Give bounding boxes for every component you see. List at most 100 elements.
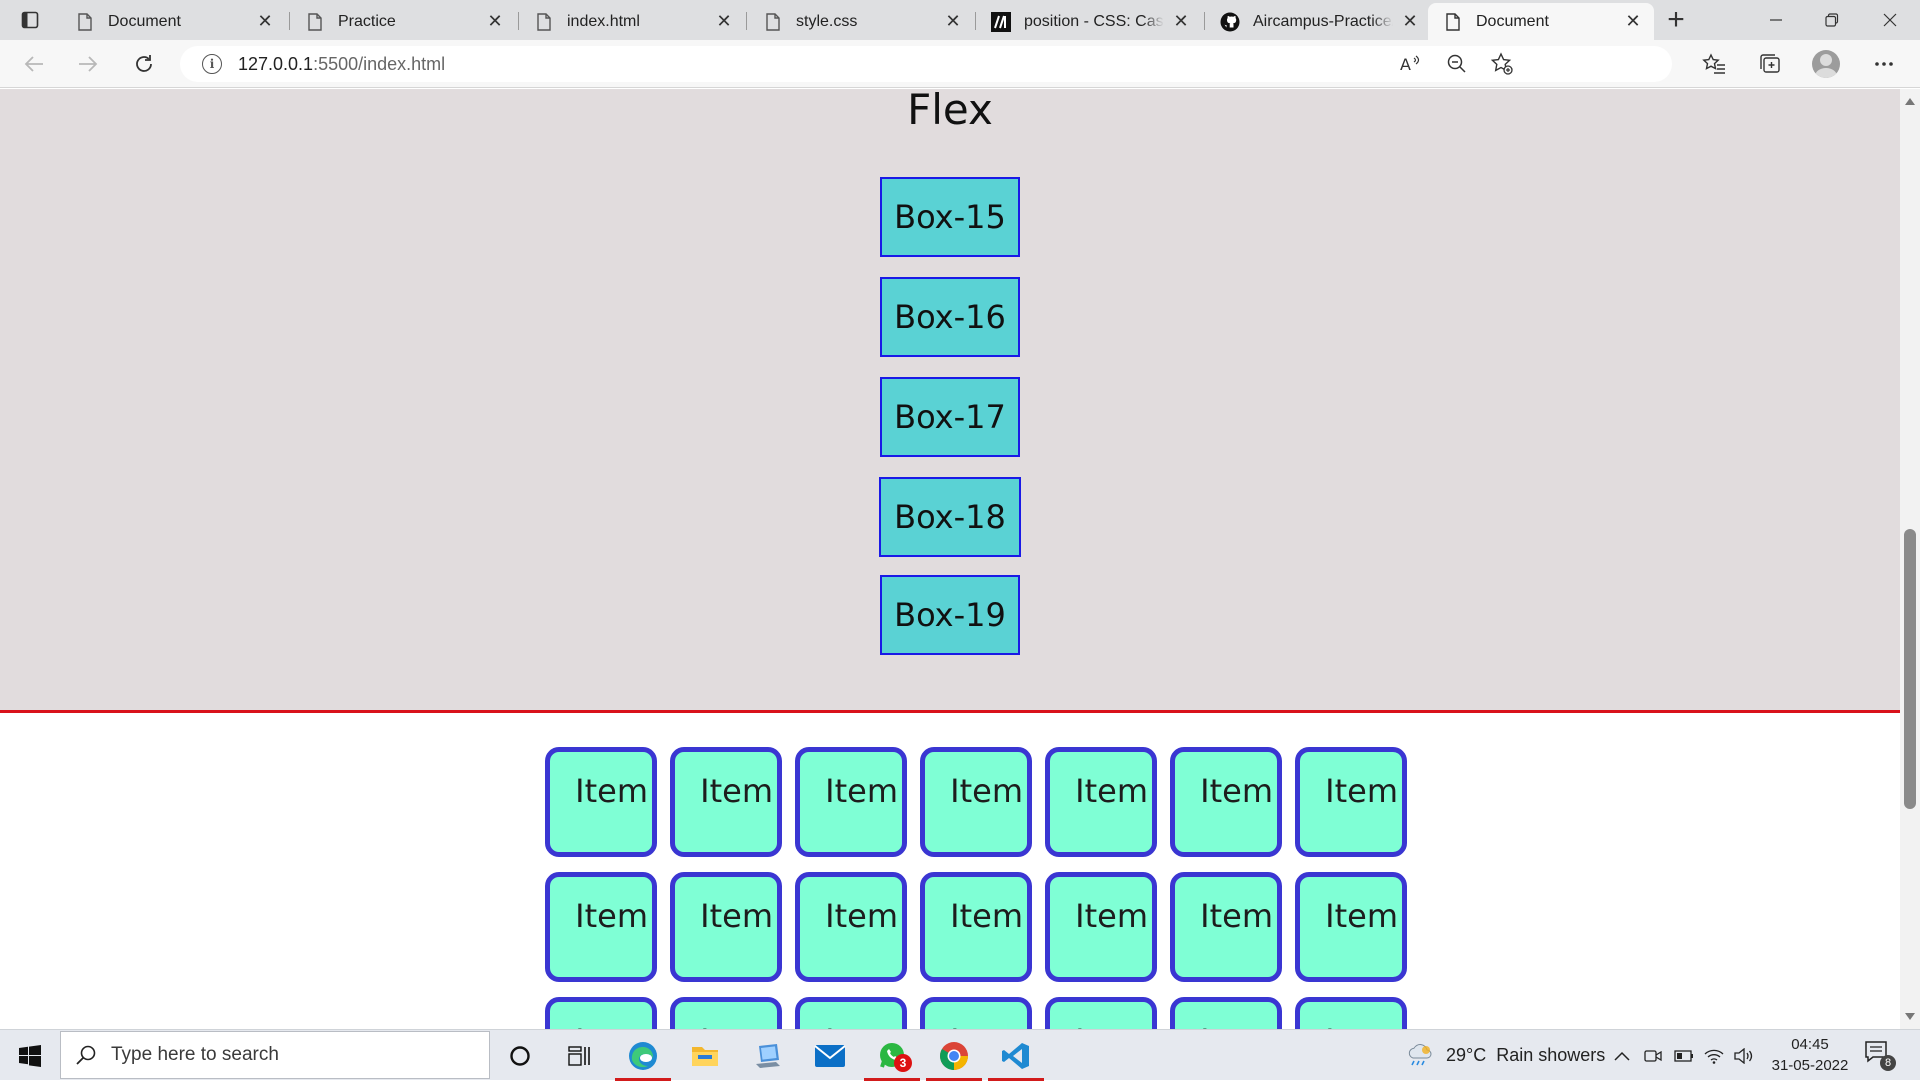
page-icon	[533, 11, 555, 33]
grid-item-label: Item	[950, 897, 1023, 935]
tab-mdn-position[interactable]: position - CSS: Cascading ✕	[976, 3, 1202, 40]
volume-button[interactable]	[1734, 1030, 1754, 1081]
grid-item-label: Item	[1075, 772, 1148, 810]
scroll-up-arrow-icon[interactable]	[1905, 98, 1915, 105]
tab-index-html[interactable]: index.html ✕	[519, 3, 745, 40]
show-hidden-icons-button[interactable]	[1614, 1030, 1630, 1081]
close-window-button[interactable]	[1862, 0, 1918, 40]
taskbar-clock[interactable]: 04:45 31-05-2022	[1760, 1034, 1860, 1076]
close-icon[interactable]: ✕	[1399, 11, 1421, 33]
close-icon[interactable]: ✕	[1622, 11, 1644, 33]
collections-button[interactable]	[1750, 46, 1790, 82]
tab-document-active[interactable]: Document ✕	[1428, 3, 1654, 40]
battery-button[interactable]	[1674, 1030, 1694, 1081]
clock-date: 31-05-2022	[1771, 1057, 1849, 1074]
my-computer-icon	[756, 1043, 780, 1068]
flex-heading: Flex	[907, 89, 993, 134]
profile-avatar[interactable]	[1812, 50, 1840, 78]
new-tab-button[interactable]: +	[1652, 3, 1700, 36]
address-bar[interactable]: i 127.0.0.1:5500/index.html A	[180, 46, 1672, 82]
mail-button[interactable]	[800, 1030, 860, 1081]
meet-now-button[interactable]	[1644, 1030, 1662, 1081]
task-view-button[interactable]	[550, 1030, 610, 1081]
page-scrollbar[interactable]	[1900, 89, 1920, 1029]
speaker-icon	[1734, 1047, 1753, 1064]
grid-item: Item	[920, 747, 1032, 857]
action-center-button[interactable]: 8	[1864, 1040, 1896, 1071]
grid-item: Item	[545, 872, 657, 982]
close-icon[interactable]: ✕	[713, 11, 735, 33]
chrome-button[interactable]	[924, 1030, 984, 1081]
url-host: 127.0.0.1	[238, 53, 314, 74]
close-icon[interactable]: ✕	[484, 11, 506, 33]
grid-item: Item	[1045, 747, 1157, 857]
scrollbar-thumb[interactable]	[1904, 529, 1916, 809]
grid-item: Item	[670, 997, 782, 1029]
grid-item: Item	[1295, 872, 1407, 982]
grid-item: Item	[795, 872, 907, 982]
settings-menu-button[interactable]	[1864, 46, 1904, 82]
forward-button[interactable]	[68, 46, 108, 82]
tab-document-1[interactable]: Document ✕	[60, 3, 286, 40]
browser-toolbar: i 127.0.0.1:5500/index.html A	[0, 40, 1920, 88]
windows-taskbar: Type here to search 3 29°C Rain showers	[0, 1029, 1920, 1081]
close-icon[interactable]: ✕	[1170, 11, 1192, 33]
file-explorer-button[interactable]	[675, 1030, 735, 1081]
scroll-down-arrow-icon[interactable]	[1905, 1013, 1915, 1020]
favorites-button[interactable]	[1694, 46, 1734, 82]
tab-practice[interactable]: Practice ✕	[290, 3, 516, 40]
grid-item-label: Item	[1325, 1022, 1398, 1029]
grid-item-label: Item	[1325, 897, 1398, 935]
whatsapp-button[interactable]: 3	[862, 1030, 922, 1081]
grid-item: Item	[670, 747, 782, 857]
cortana-button[interactable]	[490, 1030, 550, 1081]
refresh-button[interactable]	[124, 46, 164, 82]
add-favorite-icon[interactable]	[1490, 52, 1514, 81]
taskbar-search-box[interactable]: Type here to search	[60, 1031, 490, 1079]
grid-item: Item	[1170, 997, 1282, 1029]
close-icon[interactable]: ✕	[942, 11, 964, 33]
minimize-button[interactable]	[1748, 0, 1804, 40]
read-aloud-icon[interactable]: A	[1400, 54, 1422, 79]
network-button[interactable]	[1704, 1030, 1724, 1081]
grid-item-label: Item	[575, 897, 648, 935]
grid-item-label: Item	[700, 772, 773, 810]
start-button[interactable]	[0, 1030, 60, 1081]
notification-count: 8	[1880, 1055, 1896, 1071]
collections-icon	[1760, 54, 1780, 73]
tab-github[interactable]: Aircampus-Practice/style ✕	[1205, 3, 1431, 40]
this-pc-button[interactable]	[738, 1030, 798, 1081]
grid-item: Item	[545, 747, 657, 857]
mail-icon	[814, 1044, 846, 1067]
weather-widget[interactable]: 29°C Rain showers	[1406, 1030, 1605, 1081]
tab-title: Document	[1476, 12, 1549, 30]
search-icon	[76, 1045, 96, 1065]
cortana-icon	[510, 1045, 530, 1066]
tab-actions-icon	[21, 11, 39, 29]
close-icon[interactable]: ✕	[254, 11, 276, 33]
restore-button[interactable]	[1804, 0, 1860, 40]
url-text[interactable]: 127.0.0.1:5500/index.html	[238, 54, 445, 75]
grid-item: Item	[670, 872, 782, 982]
back-button[interactable]	[14, 46, 54, 82]
tab-title: Document	[108, 12, 181, 30]
grid-item-label: Item	[1200, 897, 1273, 935]
tab-style-css[interactable]: style.css ✕	[748, 3, 974, 40]
refresh-icon	[136, 55, 152, 72]
edge-taskbar-button[interactable]	[613, 1030, 673, 1081]
info-icon[interactable]: i	[202, 54, 222, 74]
minimize-icon	[1770, 19, 1782, 21]
rain-cloud-icon	[1408, 1043, 1432, 1065]
grid-item-label: Item	[1075, 1022, 1148, 1029]
vscode-button[interactable]	[986, 1030, 1046, 1081]
arrow-left-icon	[24, 56, 43, 72]
zoom-out-icon[interactable]	[1447, 54, 1467, 79]
task-view-icon	[568, 1045, 590, 1066]
chrome-icon	[940, 1041, 968, 1070]
grid-item-label: Item	[950, 772, 1023, 810]
grid-item-label: Item	[1075, 897, 1148, 935]
chevron-up-icon	[1614, 1051, 1630, 1061]
tab-actions-button[interactable]	[8, 4, 52, 36]
box-18: Box-18	[879, 477, 1021, 557]
weather-temperature: 29°C	[1446, 1045, 1487, 1065]
